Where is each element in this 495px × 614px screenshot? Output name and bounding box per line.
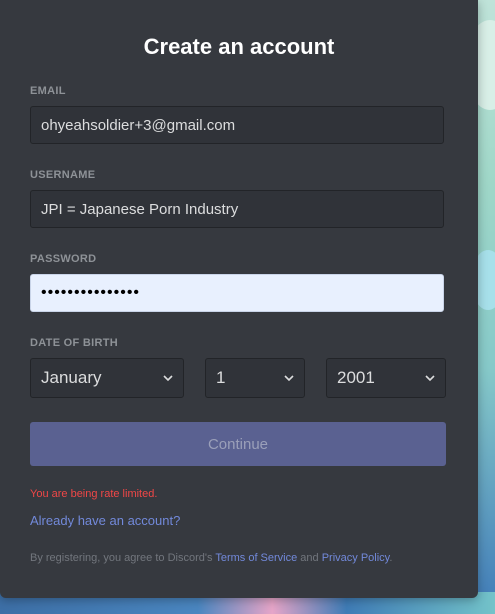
login-link[interactable]: Already have an account?	[30, 513, 180, 528]
email-field[interactable]: ohyeahsoldier+3@gmail.com	[30, 106, 444, 144]
terms-notice: By registering, you agree to Discord's T…	[30, 552, 392, 564]
username-field[interactable]: JPI = Japanese Porn Industry	[30, 190, 444, 228]
rate-limit-error: You are being rate limited.	[30, 488, 158, 500]
privacy-policy-link[interactable]: Privacy Policy	[322, 552, 390, 564]
terms-prefix: By registering, you agree to Discord's	[30, 552, 216, 564]
password-label: PASSWORD	[30, 253, 97, 265]
registration-page: Create an account EMAIL ohyeahsoldier+3@…	[0, 0, 495, 614]
page-title: Create an account	[143, 34, 335, 59]
chevron-down-icon	[284, 375, 294, 382]
continue-button[interactable]: Continue	[30, 422, 446, 466]
day-value: 1	[216, 368, 226, 387]
terms-conjunction: and	[297, 552, 322, 564]
password-field[interactable]: •••••••••••••••	[30, 274, 444, 312]
username-label: USERNAME	[30, 169, 96, 181]
day-select[interactable]: 1	[205, 358, 305, 398]
terms-suffix: .	[389, 552, 393, 564]
chevron-down-icon	[163, 375, 173, 382]
year-select[interactable]: 2001	[326, 358, 446, 398]
terms-of-service-link[interactable]: Terms of Service	[215, 552, 297, 564]
year-value: 2001	[337, 368, 375, 387]
date-of-birth-label: DATE OF BIRTH	[30, 337, 119, 349]
chevron-down-icon	[425, 375, 435, 382]
register-card: Create an account EMAIL ohyeahsoldier+3@…	[0, 0, 478, 598]
month-value: January	[41, 368, 102, 387]
month-select[interactable]: January	[30, 358, 184, 398]
email-label: EMAIL	[30, 85, 66, 97]
